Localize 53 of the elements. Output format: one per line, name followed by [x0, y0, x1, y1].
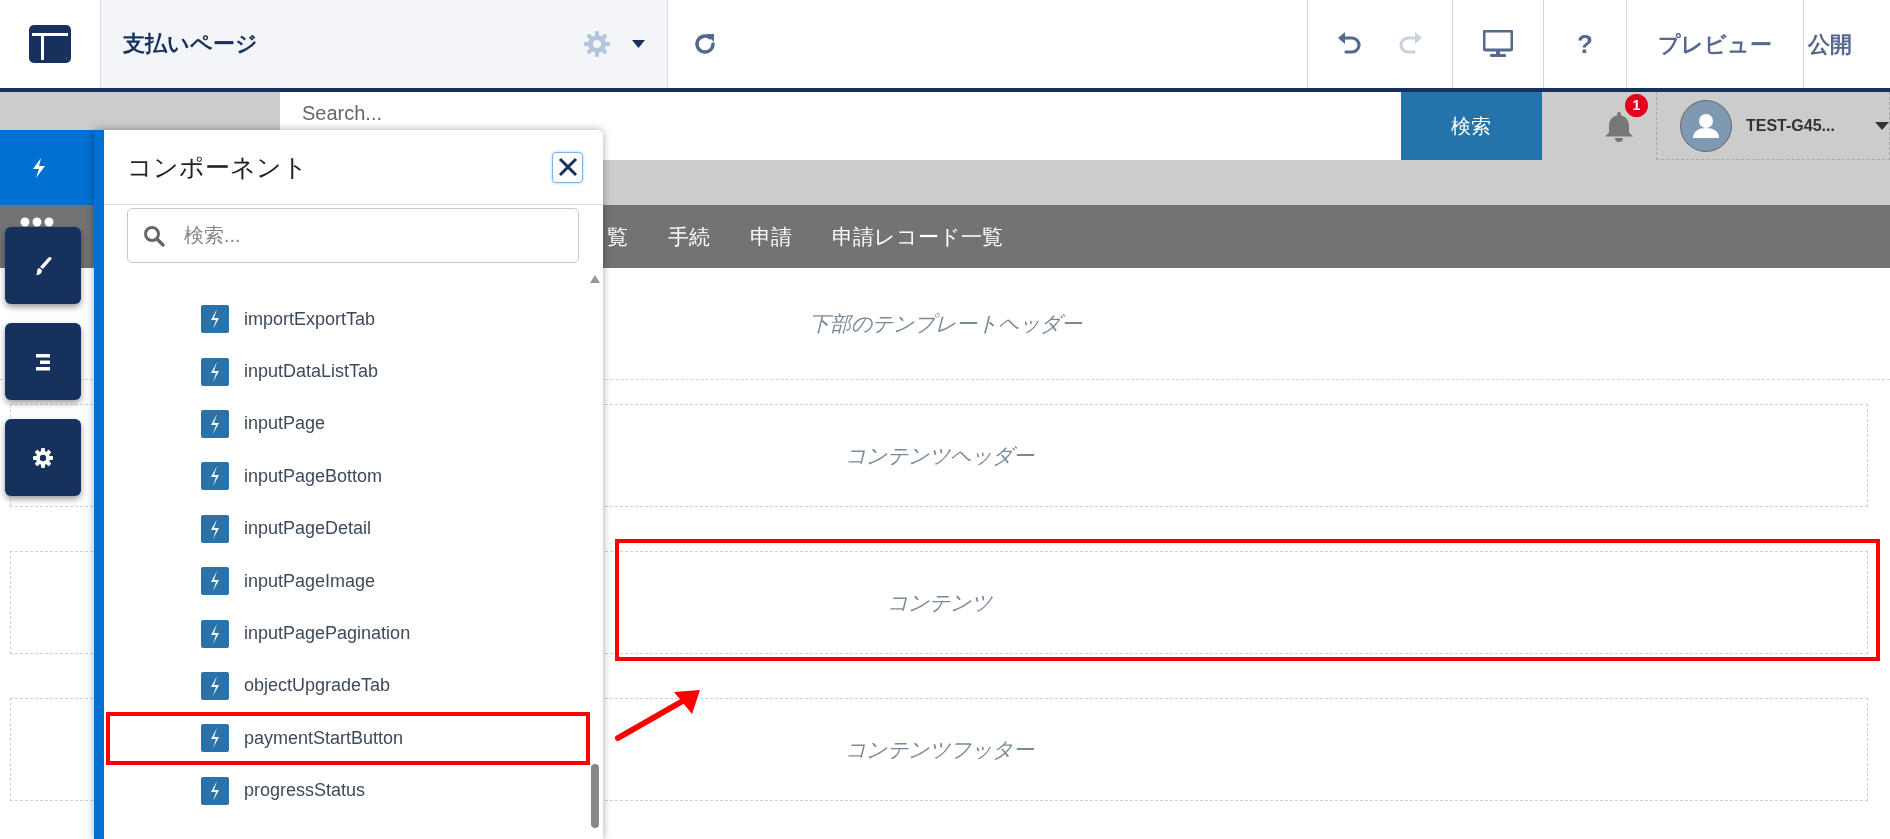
component-search-field[interactable]: 検索... [127, 208, 579, 263]
lightning-icon [201, 409, 229, 438]
bell-icon[interactable] [1604, 110, 1634, 142]
section-label: コンテンツフッター [844, 736, 1034, 763]
publish-button[interactable]: 公開 [1808, 27, 1852, 61]
structure-button[interactable] [5, 323, 81, 400]
component-label: inputPage [244, 412, 326, 436]
lightning-icon [201, 514, 229, 543]
nav-link[interactable]: 申請レコード一覧 [832, 220, 1003, 253]
lightning-icon [201, 357, 229, 386]
lightning-icon [201, 567, 229, 596]
component-label: inputPagePagination [244, 622, 411, 646]
nav-link[interactable]: 覧 [607, 220, 628, 253]
search-icon [143, 225, 165, 247]
component-item[interactable]: inputPageBottom [106, 450, 590, 503]
caret-icon[interactable] [632, 40, 645, 48]
notification-badge: 1 [1625, 94, 1648, 117]
component-item[interactable]: importExportTab [106, 293, 590, 346]
help-button[interactable]: ? [1577, 24, 1593, 64]
component-label: importExportTab [244, 307, 376, 331]
user-name[interactable]: TEST-G45... [1746, 113, 1861, 138]
lightning-icon [201, 462, 229, 491]
page-title: 支払いページ [123, 30, 259, 58]
section-label: コンテンツ [886, 589, 992, 616]
layout-icon[interactable] [29, 25, 71, 63]
component-label: inputPageImage [244, 569, 376, 593]
lightning-icon [201, 305, 229, 334]
component-label: objectUpgradeTab [244, 674, 391, 698]
component-label: progressStatus [244, 779, 366, 803]
settings-icon [32, 446, 54, 469]
more-icon[interactable] [20, 217, 54, 227]
lightning-icon [201, 724, 229, 753]
preview-button[interactable]: プレビュー [1658, 27, 1772, 61]
avatar-icon[interactable] [1680, 99, 1732, 152]
component-label: inputPageBottom [244, 464, 383, 488]
nav-link[interactable]: 申請 [750, 220, 792, 253]
lightning-icon [201, 671, 229, 700]
lightning-icon [201, 776, 229, 805]
search-button[interactable]: 検索 [1400, 92, 1542, 160]
refresh-icon[interactable] [692, 31, 718, 57]
component-item[interactable]: paymentStartButton [106, 712, 590, 765]
close-button[interactable] [552, 151, 583, 183]
monitor-icon[interactable] [1483, 30, 1513, 58]
component-label: paymentStartButton [244, 726, 404, 750]
section-label: 下部のテンプレートヘッダー [808, 310, 1082, 337]
component-item[interactable]: inputPageImage [106, 554, 590, 608]
nav-link[interactable]: 手続 [668, 220, 710, 253]
close-icon [557, 157, 578, 177]
settings-button[interactable] [5, 419, 81, 496]
component-label: inputPageDetail [244, 517, 372, 541]
lightning-icon [201, 619, 229, 648]
caret-icon[interactable] [1875, 121, 1889, 130]
section-label: コンテンツヘッダー [844, 442, 1034, 469]
